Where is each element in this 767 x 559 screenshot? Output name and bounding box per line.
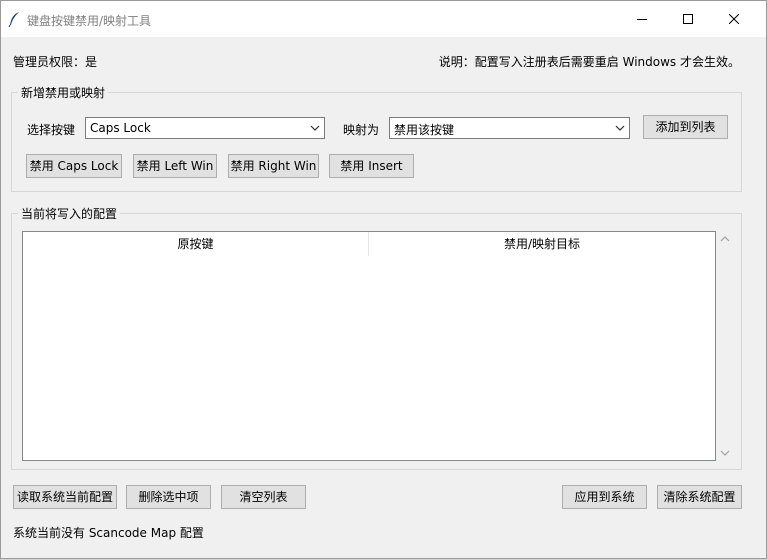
chevron-down-icon: [310, 125, 320, 131]
app-window: 键盘按键禁用/映射工具 管理员权限：是 说明：配置写入注册表后需要重启 Wind…: [0, 0, 767, 559]
maximize-button[interactable]: [665, 1, 711, 37]
disable-caps-lock-button[interactable]: 禁用 Caps Lock: [26, 154, 122, 178]
column-header-target[interactable]: 禁用/映射目标: [369, 232, 715, 256]
title-bar: 键盘按键禁用/映射工具: [1, 1, 766, 37]
scroll-up-icon[interactable]: [720, 235, 730, 243]
maximize-icon: [683, 14, 693, 24]
apply-to-system-button[interactable]: 应用到系统: [562, 485, 647, 509]
clear-system-config-button[interactable]: 清除系统配置: [657, 485, 742, 509]
add-to-list-button[interactable]: 添加到列表: [643, 115, 728, 139]
feather-icon: [8, 12, 19, 27]
minimize-icon: [637, 19, 647, 20]
disable-insert-button[interactable]: 禁用 Insert: [329, 154, 414, 178]
window-title: 键盘按键禁用/映射工具: [27, 14, 152, 28]
admin-status: 管理员权限：是: [13, 55, 98, 69]
target-key-value: 禁用该按键: [394, 123, 455, 137]
select-key-label: 选择按键: [27, 123, 76, 137]
config-table[interactable]: 原按键 禁用/映射目标: [22, 231, 716, 461]
column-header-source-key[interactable]: 原按键: [23, 232, 369, 256]
status-text: 系统当前没有 Scancode Map 配置: [13, 526, 204, 540]
info-note: 说明：配置写入注册表后需要重启 Windows 才会生效。: [438, 55, 740, 69]
target-key-select[interactable]: 禁用该按键: [389, 117, 630, 139]
close-icon: [729, 14, 739, 24]
disable-right-win-button[interactable]: 禁用 Right Win: [228, 154, 319, 178]
source-key-value: Caps Lock: [90, 121, 151, 135]
add-mapping-group-title: 新增禁用或映射: [18, 84, 109, 101]
table-scrollbar[interactable]: [717, 231, 733, 461]
minimize-button[interactable]: [619, 1, 665, 37]
scroll-down-icon[interactable]: [720, 449, 730, 457]
read-system-config-button[interactable]: 读取系统当前配置: [13, 485, 117, 509]
clear-list-button[interactable]: 清空列表: [221, 485, 306, 509]
config-group-title: 当前将写入的配置: [18, 205, 121, 222]
chevron-down-icon: [615, 125, 625, 131]
delete-selected-button[interactable]: 删除选中项: [126, 485, 211, 509]
table-header: 原按键 禁用/映射目标: [23, 232, 715, 256]
close-button[interactable]: [711, 1, 757, 37]
map-to-label: 映射为: [343, 123, 380, 137]
source-key-select[interactable]: Caps Lock: [85, 117, 325, 139]
disable-left-win-button[interactable]: 禁用 Left Win: [133, 154, 217, 178]
